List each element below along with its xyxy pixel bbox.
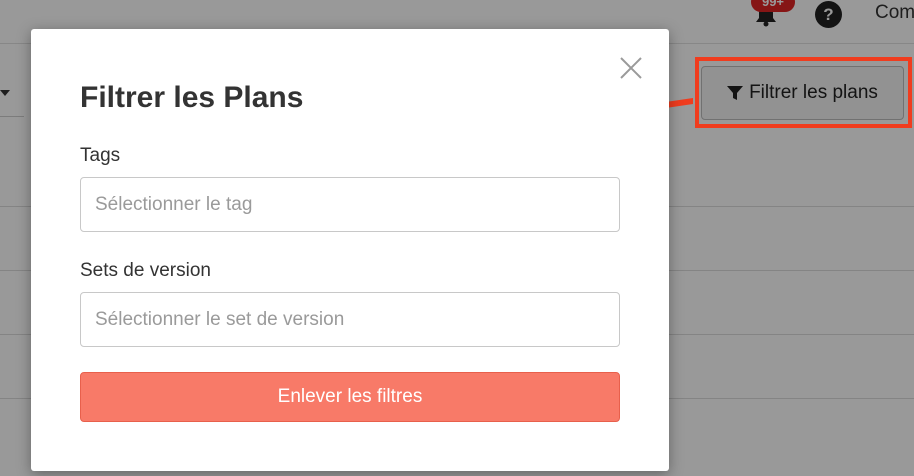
tags-label: Tags <box>80 145 121 166</box>
tags-select[interactable] <box>80 177 620 232</box>
version-sets-label: Sets de version <box>80 260 211 281</box>
clear-filters-button[interactable]: Enlever les filtres <box>80 372 620 422</box>
annotation-highlight <box>695 57 912 128</box>
filter-modal: Filtrer les Plans Tags Sets de version E… <box>31 29 669 471</box>
version-sets-select[interactable] <box>80 292 620 347</box>
close-icon[interactable] <box>618 55 644 81</box>
modal-title: Filtrer les Plans <box>80 81 304 114</box>
